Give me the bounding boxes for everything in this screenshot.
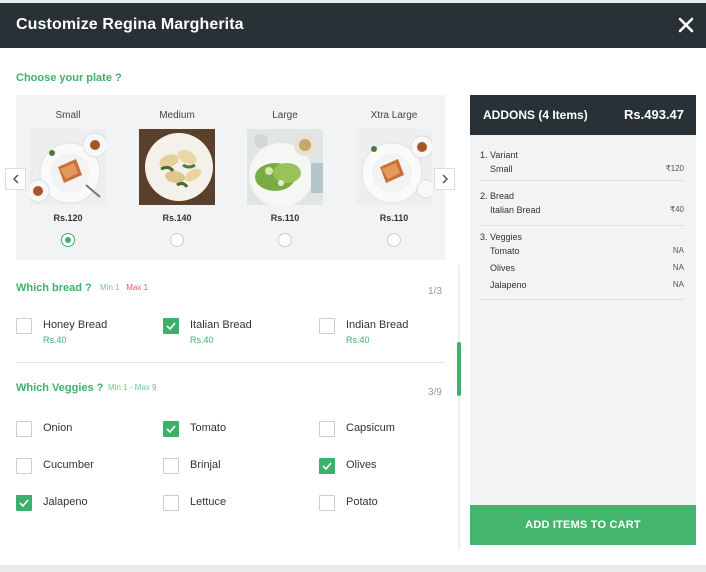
veggies-min-max: Min 1 - Max 9 (108, 383, 156, 392)
scrollbar-track[interactable] (458, 265, 460, 550)
summary-row: Small ₹120 (490, 164, 684, 174)
scrollbar-thumb[interactable] (457, 342, 461, 396)
option-label: Onion (43, 422, 73, 434)
plate-name: Large (272, 110, 298, 121)
summary-group-veggies: 3. Veggies Tomato NA Olives NA Jalapeno … (480, 229, 685, 300)
summary-group-heading: 2. Bread (480, 191, 515, 201)
plate-image-xtra-large (356, 129, 432, 205)
modal-header: Customize Regina Margherita (0, 3, 706, 48)
summary-row-value: NA (672, 246, 684, 255)
checkbox[interactable] (16, 458, 32, 474)
option-price: Rs.40 (346, 335, 370, 345)
plate-radio-medium[interactable] (170, 233, 184, 247)
add-to-cart-button[interactable]: ADD ITEMS TO CART (470, 505, 696, 545)
bread-max: Max 1 (126, 283, 149, 292)
customize-modal: Customize Regina Margherita Choose your … (0, 3, 706, 565)
checkbox[interactable] (16, 421, 32, 437)
checkbox[interactable] (163, 495, 179, 511)
plate-option-xtra-large[interactable]: Xtra Large Rs.110 (354, 95, 434, 260)
summary-group-heading: 1. Variant (480, 150, 518, 160)
summary-row-value: ₹120 (665, 164, 684, 173)
checkbox[interactable] (319, 318, 335, 334)
plate-name: Small (55, 110, 81, 121)
summary-row-name: Tomato (490, 246, 520, 256)
option-label: Lettuce (190, 496, 227, 508)
close-icon[interactable] (676, 15, 696, 35)
checkmark-icon (322, 462, 332, 471)
checkbox[interactable] (319, 458, 335, 474)
summary-row: Jalapeno NA (490, 280, 684, 290)
plate-option-large[interactable]: Large Rs.110 (245, 95, 325, 260)
summary-row: Tomato NA (490, 246, 684, 256)
plate-carousel: Small Rs.120 Medium Rs.140 Large Rs.110 … (16, 95, 445, 260)
plate-name: Xtra Large (370, 110, 418, 121)
veggies-minmax-text: Min 1 - Max 9 (108, 383, 157, 392)
plate-section-title: Choose your plate ? (16, 72, 122, 84)
plate-option-medium[interactable]: Medium Rs.140 (137, 95, 217, 260)
plate-price: Rs.140 (162, 213, 192, 223)
option-label: Olives (346, 459, 377, 471)
checkbox[interactable] (163, 458, 179, 474)
checkbox[interactable] (163, 318, 179, 334)
option-label: Capsicum (346, 422, 395, 434)
checkbox[interactable] (319, 421, 335, 437)
checkmark-icon (19, 499, 29, 508)
summary-row-name: Italian Bread (490, 205, 541, 215)
bread-section-title: Which bread ? (16, 282, 92, 294)
chevron-left-icon[interactable] (5, 168, 26, 190)
checkbox[interactable] (16, 495, 32, 511)
option-price: Rs.40 (43, 335, 67, 345)
option-label: Honey Bread (43, 319, 108, 331)
checkbox[interactable] (163, 421, 179, 437)
summary-row-value: ₹40 (670, 205, 684, 214)
plate-radio-small[interactable] (61, 233, 75, 247)
veggies-count: 3/9 (428, 387, 442, 398)
option-label: Cucumber (43, 459, 94, 471)
checkmark-icon (166, 425, 176, 434)
checkbox[interactable] (319, 495, 335, 511)
summary-row-value: NA (672, 280, 684, 289)
summary-row-value: NA (672, 263, 684, 272)
bread-min-max: Min 1 Max 1 (100, 283, 148, 292)
veggies-section-title: Which Veggies ? (16, 382, 104, 394)
summary-group-heading: 3. Veggies (480, 232, 523, 242)
plate-price: Rs.110 (379, 213, 409, 223)
option-label: Jalapeno (43, 496, 88, 508)
summary-row: Italian Bread ₹40 (490, 205, 684, 215)
chevron-right-icon[interactable] (434, 168, 455, 190)
summary-total: Rs.493.47 (624, 107, 684, 122)
plate-price: Rs.120 (53, 213, 83, 223)
plate-price: Rs.110 (270, 213, 300, 223)
plate-radio-xtra-large[interactable] (387, 233, 401, 247)
summary-row-name: Small (490, 164, 513, 174)
option-label: Tomato (190, 422, 227, 434)
summary-group-variant: 1. Variant Small ₹120 (480, 147, 685, 181)
summary-header: ADDONS (4 Items) Rs.493.47 (470, 95, 696, 135)
addons-summary: ADDONS (4 Items) Rs.493.47 1. Variant Sm… (470, 95, 696, 545)
summary-title: ADDONS (4 Items) (483, 108, 588, 122)
plate-image-medium (139, 129, 215, 205)
summary-row-name: Olives (490, 263, 516, 273)
checkbox[interactable] (16, 318, 32, 334)
option-label: Indian Bread (346, 319, 409, 331)
plate-image-small (30, 129, 106, 205)
summary-row-name: Jalapeno (490, 280, 527, 290)
checkmark-icon (166, 322, 176, 331)
option-price: Rs.40 (190, 335, 214, 345)
summary-row: Olives NA (490, 263, 684, 273)
section-divider (16, 362, 445, 363)
bread-min: Min 1 (100, 283, 120, 292)
plate-option-small[interactable]: Small Rs.120 (28, 95, 108, 260)
plate-image-large (247, 129, 323, 205)
option-label: Potato (346, 496, 378, 508)
bread-count: 1/3 (428, 286, 442, 297)
option-label: Brinjal (190, 459, 221, 471)
plate-radio-large[interactable] (278, 233, 292, 247)
option-label: Italian Bread (190, 319, 252, 331)
summary-group-bread: 2. Bread Italian Bread ₹40 (480, 188, 685, 226)
modal-title: Customize Regina Margherita (16, 16, 244, 33)
plate-name: Medium (159, 110, 195, 121)
